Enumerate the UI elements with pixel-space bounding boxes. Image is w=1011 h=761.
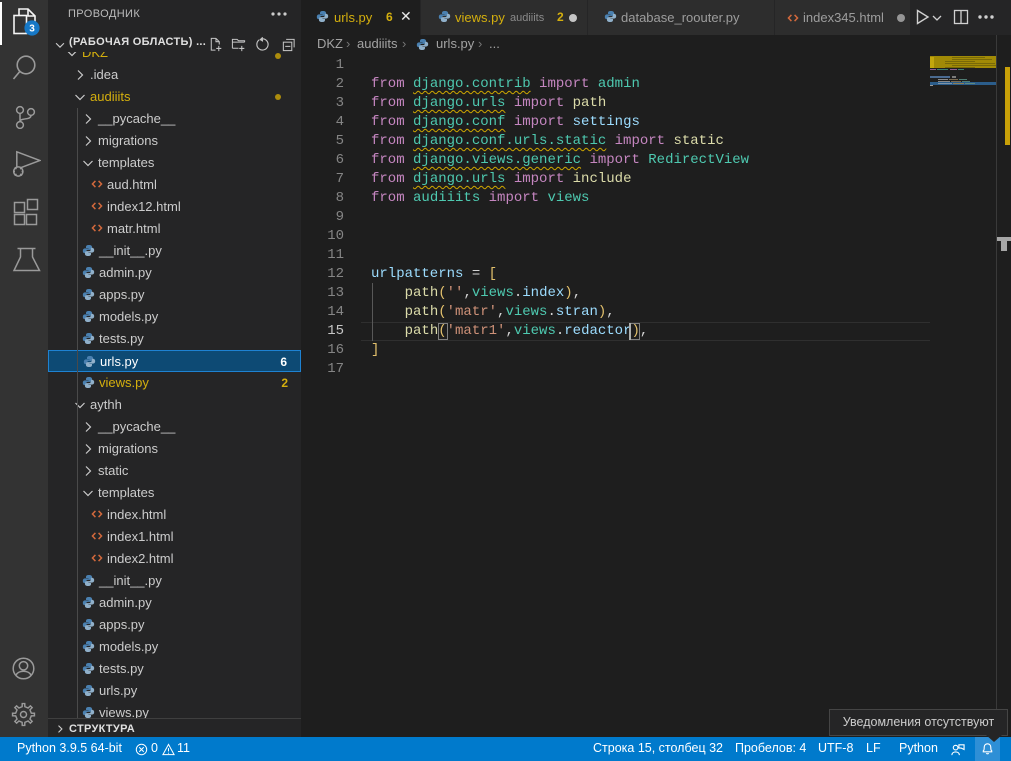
svg-text:3: 3 — [29, 24, 35, 35]
